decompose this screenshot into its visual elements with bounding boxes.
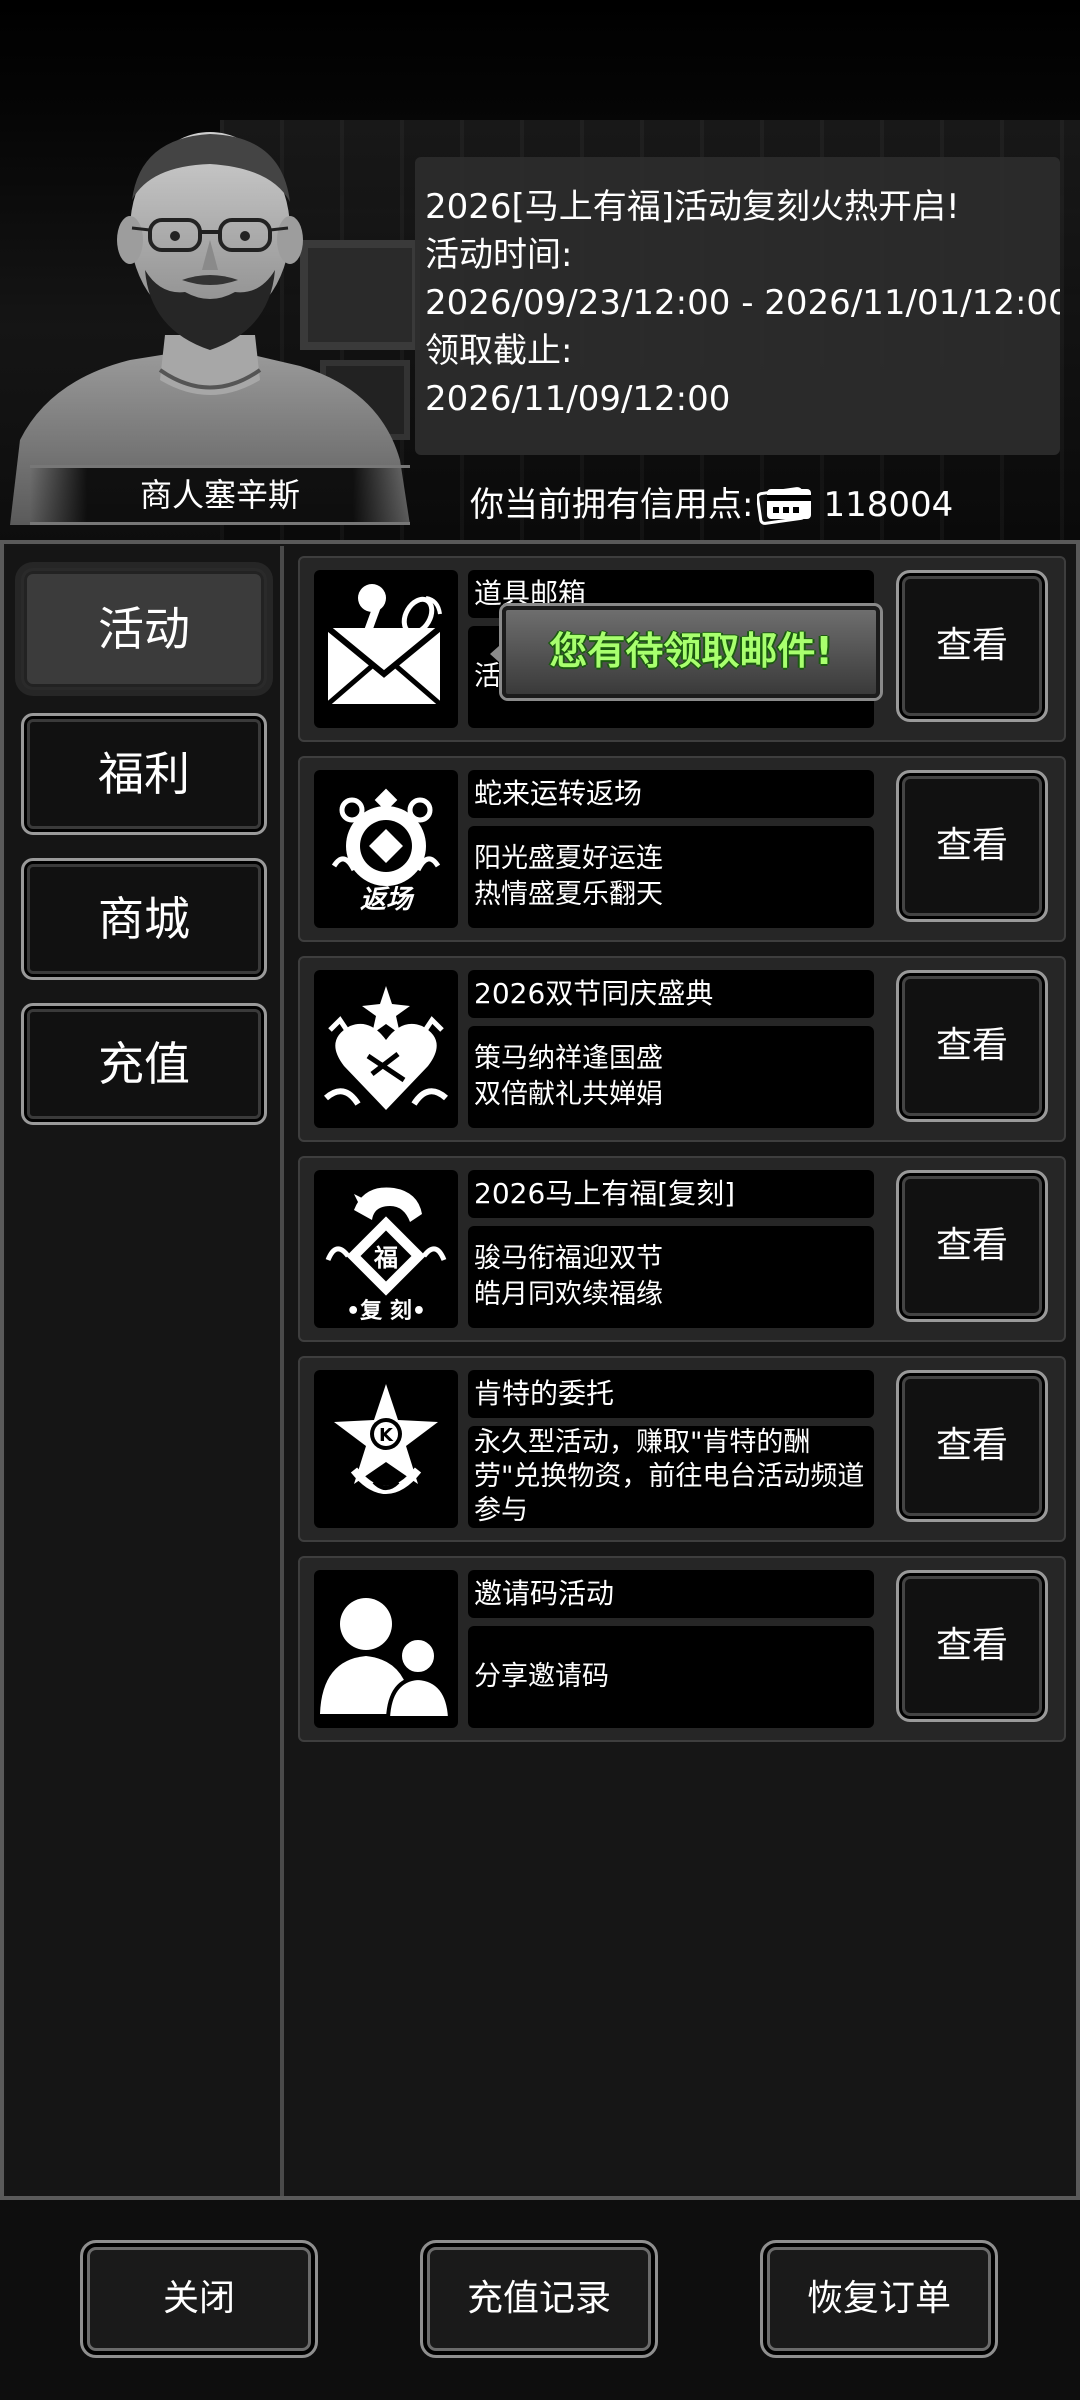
activity-row-double-festival: 2026双节同庆盛典 策马纳祥逢国盛 双倍献礼共婵娟 查看 — [298, 956, 1066, 1142]
activity-list: 道具邮箱 活 查看 返场 蛇来运转返场 阳光盛夏好运连 热情盛夏乐翻天 查看 2… — [294, 554, 1070, 2194]
activity-row-kent-commission: K 肯特的委托 永久型活动，赚取"肯特的酬 劳"兑换物资，前往电台活动频道 参与… — [298, 1356, 1066, 1542]
activity-icon-box: 福 •复 刻• — [314, 1170, 458, 1328]
horse-fu-icon: 福 •复 刻• — [325, 1187, 447, 1324]
merchant-header: 商人塞辛斯 2026[马上有福]活动复刻火热开启! 活动时间: 2026/09/… — [0, 0, 1080, 545]
activity-icon-box — [314, 1570, 458, 1728]
activity-description: 阳光盛夏好运连 热情盛夏乐翻天 — [468, 826, 874, 928]
sidebar-tab-shop[interactable]: 商城 — [21, 858, 267, 980]
view-button[interactable]: 查看 — [896, 1370, 1048, 1522]
activity-icon-box: K — [314, 1370, 458, 1528]
announcement-time-label: 活动时间: — [425, 235, 573, 275]
event-screen: 商人塞辛斯 2026[马上有福]活动复刻火热开启! 活动时间: 2026/09/… — [0, 0, 1080, 2400]
main-panel: 活动 福利 商城 充值 道具邮箱 活 查看 返场 蛇来运转返场 阳光盛夏好运连 … — [0, 540, 1080, 2200]
announcement-headline: 2026[马上有福]活动复刻火热开启! — [425, 187, 960, 227]
credits-display: 你当前拥有信用点: 118004 — [470, 478, 953, 532]
merchant-name-label: 商人塞辛斯 — [30, 465, 410, 525]
users-icon — [320, 1598, 453, 1720]
activity-row-snake-luck: 返场 蛇来运转返场 阳光盛夏好运连 热情盛夏乐翻天 查看 — [298, 756, 1066, 942]
activity-description: 分享邀请码 — [468, 1626, 874, 1728]
festival-heart-icon — [324, 986, 448, 1110]
announcement-deadline-label: 领取截止: — [425, 331, 573, 371]
sidebar-tab-recharge[interactable]: 充值 — [21, 1003, 267, 1125]
activity-title: 2026马上有福[复刻] — [468, 1170, 874, 1218]
pending-mail-notice[interactable]: 您有待领取邮件! — [490, 600, 880, 700]
svg-text:•复 刻•: •复 刻• — [346, 1298, 426, 1324]
mail-icon — [326, 584, 442, 706]
view-button[interactable]: 查看 — [896, 1570, 1048, 1722]
activity-title: 2026双节同庆盛典 — [468, 970, 874, 1018]
activity-title: 肯特的委托 — [468, 1370, 874, 1418]
view-button[interactable]: 查看 — [896, 770, 1048, 922]
notice-text: 您有待领取邮件! — [549, 629, 833, 673]
announcement-time-range: 2026/09/23/12:00 - 2026/11/01/12:00 — [425, 283, 1060, 323]
activity-icon-box — [314, 970, 458, 1128]
activity-description: 骏马衔福迎双节 皓月同欢续福缘 — [468, 1226, 874, 1328]
credits-label: 你当前拥有信用点: — [470, 485, 754, 525]
credit-card-icon — [757, 487, 812, 525]
activity-description: 策马纳祥逢国盛 双倍献礼共婵娟 — [468, 1026, 874, 1128]
activity-icon-box — [314, 570, 458, 728]
recharge-history-button[interactable]: 充值记录 — [420, 2240, 658, 2358]
activity-row-horse-fortune: 福 •复 刻• 2026马上有福[复刻] 骏马衔福迎双节 皓月同欢续福缘 查看 — [298, 1156, 1066, 1342]
category-sidebar: 活动 福利 商城 充值 — [6, 546, 284, 2196]
activity-title: 蛇来运转返场 — [468, 770, 874, 818]
svg-text:K: K — [379, 1425, 394, 1446]
activity-title: 邀请码活动 — [468, 1570, 874, 1618]
kent-emblem-icon: K — [334, 1384, 438, 1494]
restore-order-button[interactable]: 恢复订单 — [760, 2240, 998, 2358]
activity-row-invite-code: 邀请码活动 分享邀请码 查看 — [298, 1556, 1066, 1742]
svg-text:返场: 返场 — [360, 885, 415, 915]
svg-text:福: 福 — [373, 1244, 398, 1272]
event-announcement: 2026[马上有福]活动复刻火热开启! 活动时间: 2026/09/23/12:… — [415, 157, 1060, 455]
sidebar-tab-events[interactable]: 活动 — [21, 568, 267, 690]
credits-value: 118004 — [823, 485, 954, 525]
view-button[interactable]: 查看 — [896, 570, 1048, 722]
fortune-pouch-icon: 返场 — [331, 788, 441, 915]
announcement-deadline: 2026/11/09/12:00 — [425, 379, 731, 419]
activity-description: 永久型活动，赚取"肯特的酬 劳"兑换物资，前往电台活动频道 参与 — [468, 1426, 874, 1528]
bottom-bar: 关闭 充值记录 恢复订单 — [0, 2200, 1080, 2400]
close-button[interactable]: 关闭 — [80, 2240, 318, 2358]
sidebar-tab-benefits[interactable]: 福利 — [21, 713, 267, 835]
view-button[interactable]: 查看 — [896, 970, 1048, 1122]
activity-icon-box: 返场 — [314, 770, 458, 928]
view-button[interactable]: 查看 — [896, 1170, 1048, 1322]
